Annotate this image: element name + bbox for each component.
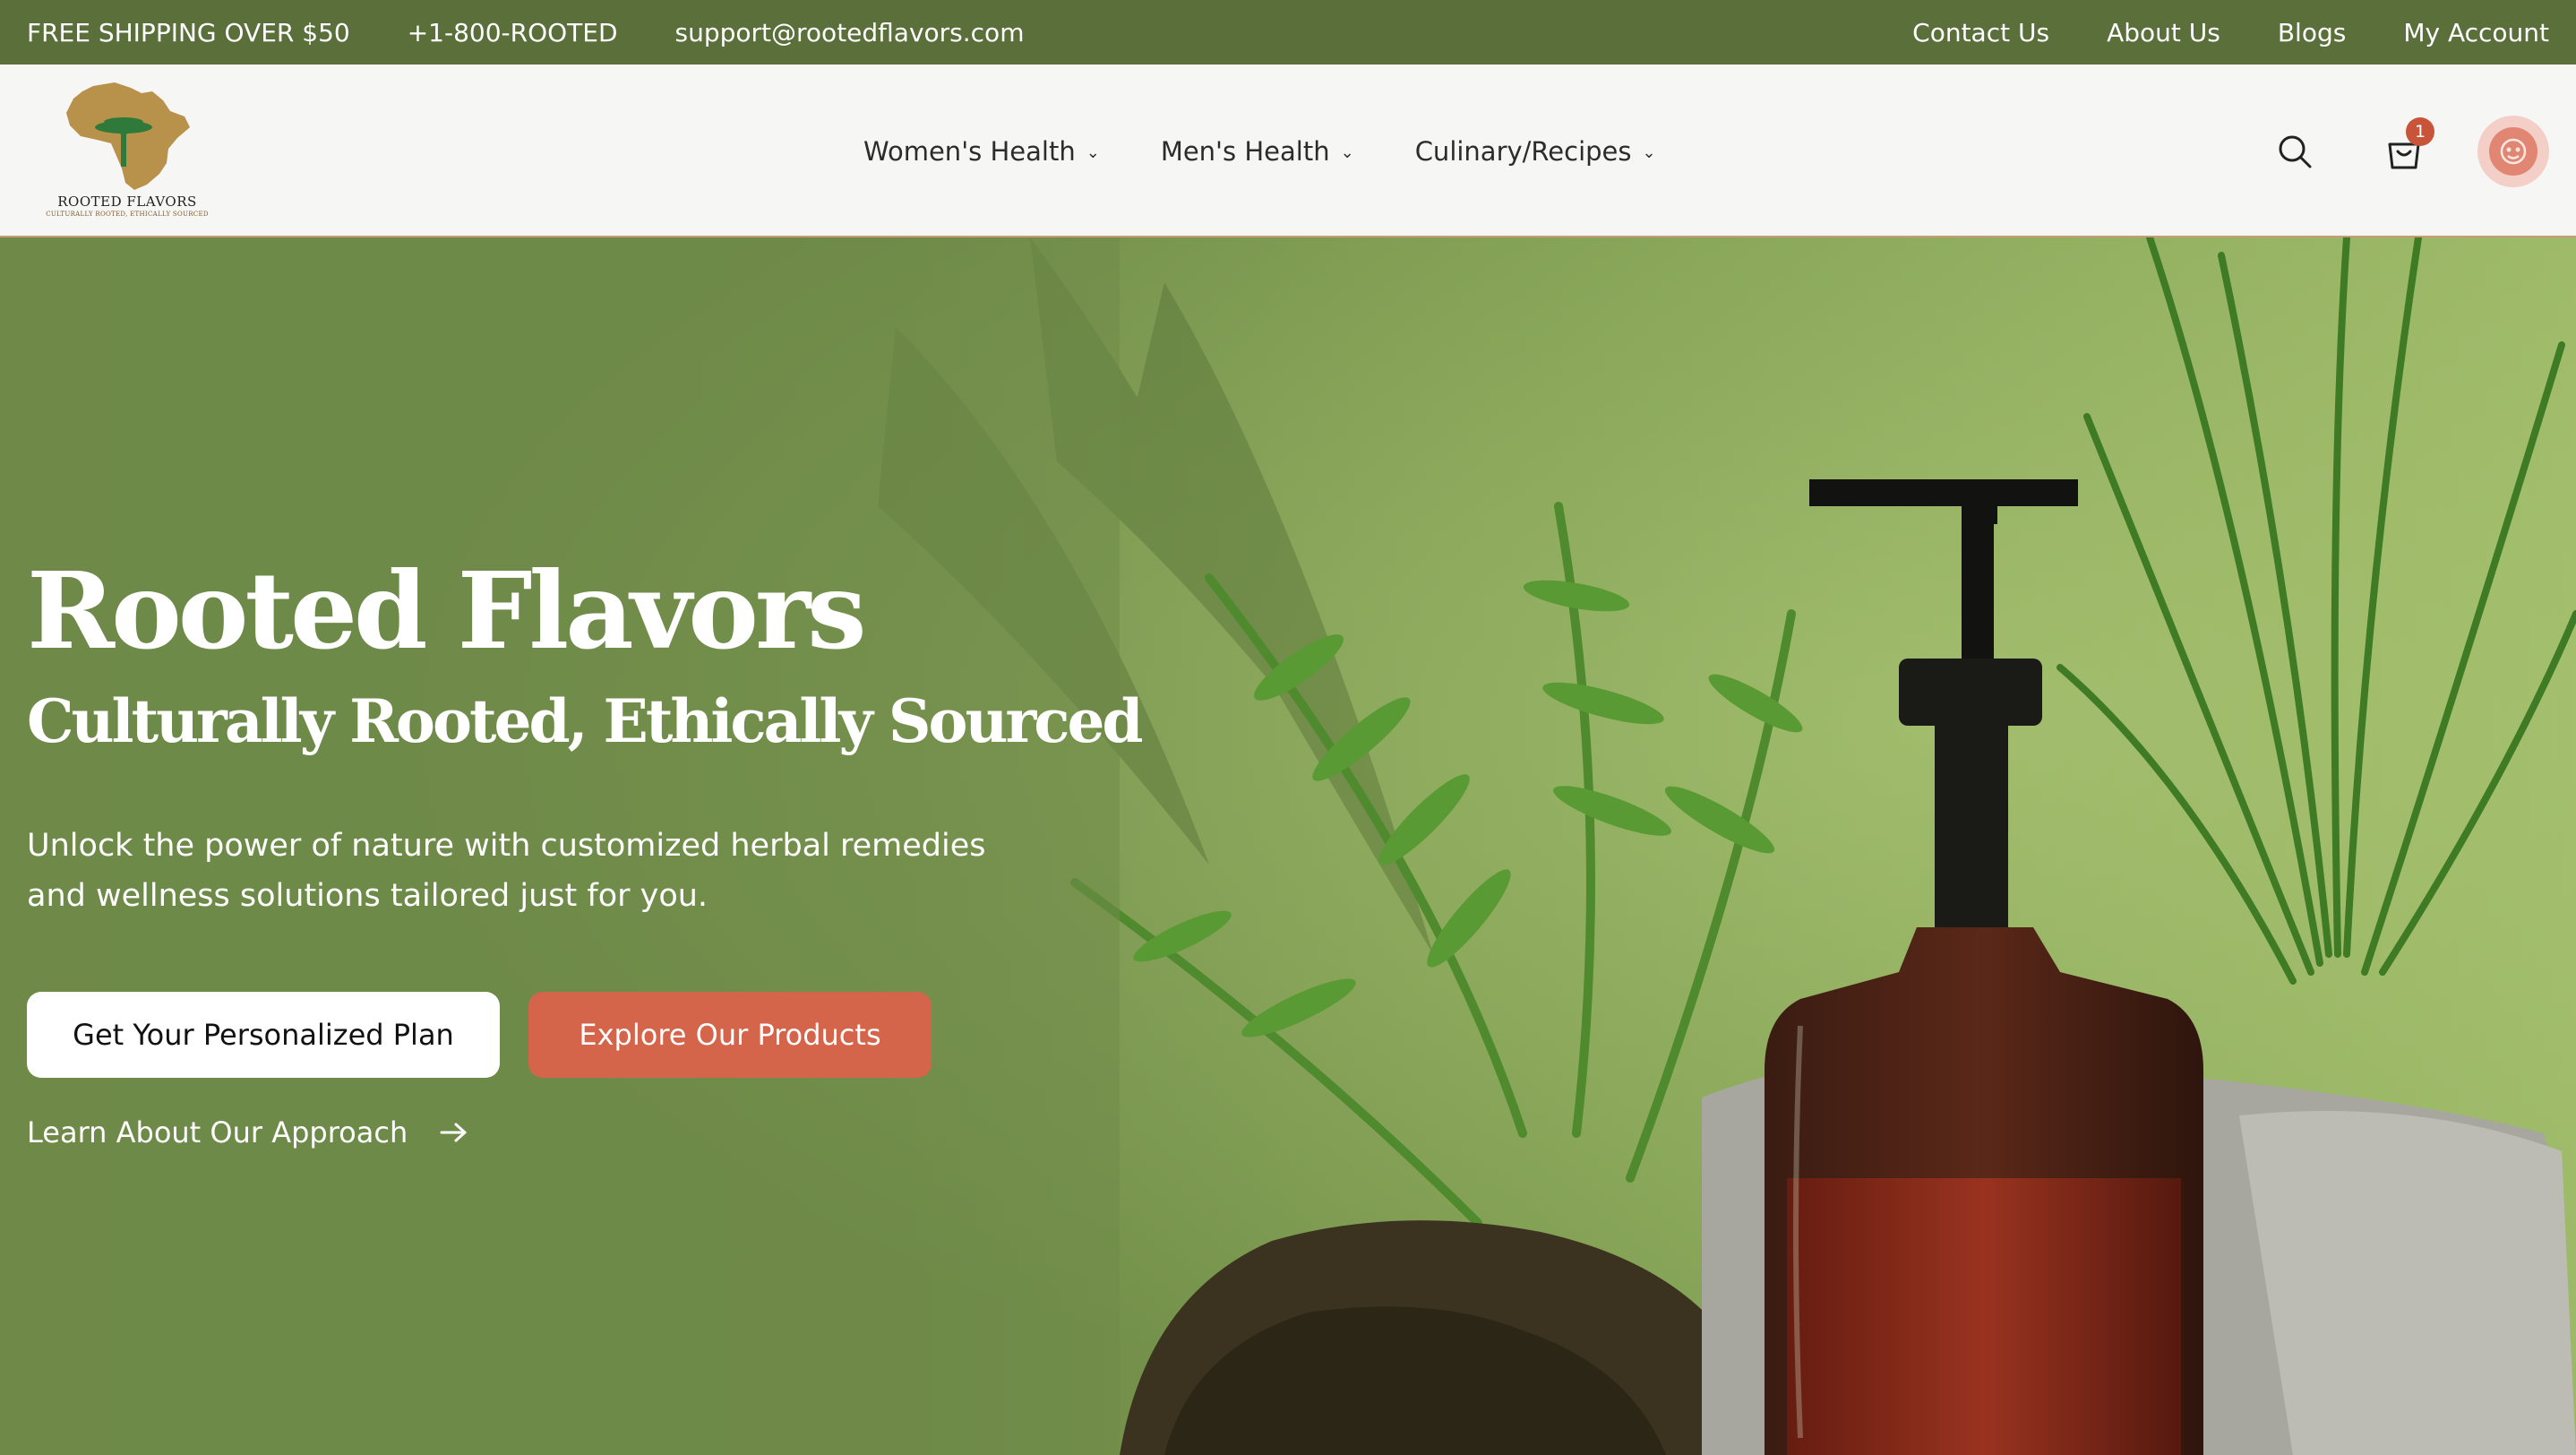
nav-womens-health[interactable]: Women's Health ⌄ [863,136,1100,167]
logo[interactable]: ROOTED FLAVORS CULTURALLY ROOTED, ETHICA… [27,81,228,222]
hero-description: Unlock the power of nature with customiz… [27,828,986,914]
arrow-right-icon [440,1123,467,1142]
chevron-down-icon: ⌄ [1642,143,1656,162]
search-button[interactable] [2259,116,2331,187]
explore-products-button[interactable]: Explore Our Products [528,992,932,1078]
avatar-icon [2500,138,2527,164]
cart-count-badge: 1 [2406,116,2434,146]
chevron-down-icon: ⌄ [1340,143,1354,162]
support-email[interactable]: support@rootedflavors.com [675,18,1025,47]
nav-mens-health[interactable]: Men's Health ⌄ [1161,136,1354,167]
learn-approach-link[interactable]: Learn About Our Approach [27,1115,468,1149]
logo-tagline: CULTURALLY ROOTED, ETHICALLY SOURCED [46,211,209,218]
cart-button[interactable]: 1 [2368,116,2440,187]
nav-label: Women's Health [863,135,1076,167]
hero-title: Rooted Flavors [27,548,867,673]
about-us-link[interactable]: About Us [2107,18,2220,47]
site-header: ROOTED FLAVORS CULTURALLY ROOTED, ETHICA… [0,65,2576,237]
blogs-link[interactable]: Blogs [2278,18,2346,47]
hero-subtitle: Culturally Rooted, Ethically Sourced [27,686,1144,756]
africa-tree-logo-icon [66,82,190,190]
avatar [2489,126,2537,176]
nav-label: Culinary/Recipes [1414,135,1632,167]
learn-approach-label: Learn About Our Approach [27,1115,408,1149]
chevron-down-icon: ⌄ [1086,143,1100,162]
top-bar-info: FREE SHIPPING OVER $50 +1-800-ROOTED sup… [27,18,1081,47]
contact-us-link[interactable]: Contact Us [1912,18,2049,47]
phone-number[interactable]: +1-800-ROOTED [408,18,618,47]
logo-title: ROOTED FLAVORS [57,194,197,210]
top-bar-links: Contact Us About Us Blogs My Account [1855,18,2549,47]
main-navigation: Women's Health ⌄ Men's Health ⌄ Culinary… [863,65,1717,237]
nav-label: Men's Health [1160,135,1330,167]
header-actions: 1 [2259,65,2549,237]
personalized-plan-button[interactable]: Get Your Personalized Plan [27,992,500,1078]
search-icon [2279,135,2312,168]
top-bar: FREE SHIPPING OVER $50 +1-800-ROOTED sup… [0,0,2576,65]
hero-section: Rooted Flavors Culturally Rooted, Ethica… [0,237,2576,1455]
shipping-notice: FREE SHIPPING OVER $50 [27,17,350,47]
my-account-link[interactable]: My Account [2403,18,2549,47]
nav-culinary-recipes[interactable]: Culinary/Recipes ⌄ [1415,136,1656,167]
account-avatar-button[interactable] [2477,115,2549,187]
